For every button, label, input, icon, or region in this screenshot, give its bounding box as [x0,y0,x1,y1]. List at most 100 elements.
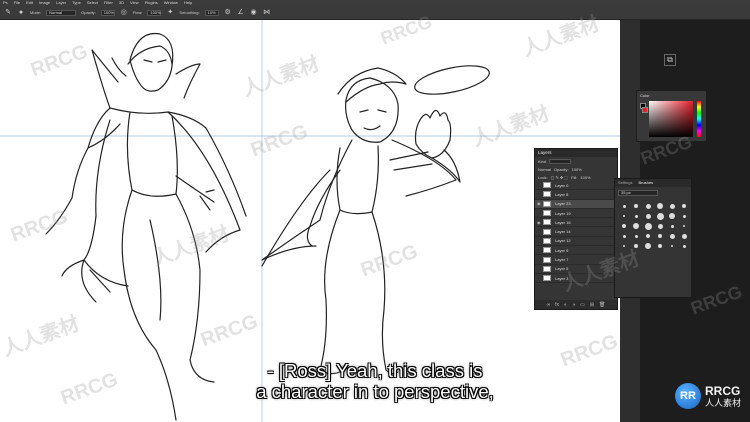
brush-tip-preset[interactable] [632,212,640,220]
brush-tip-preset[interactable] [620,222,628,230]
mode-label: Mode: [30,10,42,15]
layer-name: Layer 19 [555,210,571,216]
symmetry-icon[interactable]: ⋈ [263,9,271,17]
brush-tip-preset[interactable] [680,242,688,250]
layer-row[interactable]: Layer 19 [535,209,617,219]
fill-label: Fill: [571,174,578,180]
brush-tip-preset[interactable] [620,232,628,240]
brush-preset-icon[interactable]: ● [17,9,25,17]
options-bar: ✎ ● Mode: Normal Opacity: 100% ◎ Flow: 1… [0,6,750,20]
opacity-field[interactable]: 100% [100,9,115,16]
layer-thumbnail [543,228,551,235]
flow-field[interactable]: 100% [147,9,162,16]
lock-icons[interactable]: ▢ ✎ ✥ ⬚ [551,175,569,180]
layer-row[interactable]: Layer 14 [535,227,617,237]
blend-mode-select[interactable]: Normal [538,167,551,172]
layer-thumbnail [543,256,551,263]
layer-opacity-value[interactable]: 100% [572,167,582,172]
pressure-opacity-icon[interactable]: ◎ [120,9,128,17]
layer-name: Layer 16 [555,219,571,225]
adjustment-icon[interactable]: ◑ [572,302,575,308]
trash-icon[interactable]: 🗑 [599,302,605,308]
flow-label: Flow: [132,10,143,15]
brush-tip-preset[interactable] [656,232,664,240]
brush-tip-preset[interactable] [680,212,688,220]
smoothing-label: Smoothing: [179,10,200,15]
layer-thumbnail [543,237,551,244]
subtitle-line-1: - [Ross] Yeah, this class is [267,360,483,381]
brush-tip-preset[interactable] [632,202,640,210]
brush-size-field[interactable]: 35 px [618,190,658,196]
layer-name: Layer 0 [555,182,569,188]
layer-row[interactable]: ◉ Layer 16 [535,218,617,228]
brush-tip-preset[interactable] [644,222,652,230]
brush-tip-preset[interactable] [680,222,688,230]
angle-icon[interactable]: ∠ [237,9,245,17]
subtitle-line-2: a character in to perspective, [256,381,494,402]
layer-row[interactable]: ◉ Layer 23 [535,199,617,209]
brush-tip-preset[interactable] [668,232,676,240]
brush-tip-preset[interactable] [668,202,676,210]
brush-tip-preset[interactable] [632,222,640,230]
logo-name: RRCG [705,383,741,398]
brush-tip-preset[interactable] [632,232,640,240]
mode-select[interactable]: Normal [46,9,77,16]
filter-icons[interactable] [549,158,572,164]
brush-tip-preset[interactable] [656,242,664,250]
layer-name: Layer 12 [555,238,571,244]
layer-name: Layer 14 [555,229,571,235]
brush-tip-preset[interactable] [668,222,676,230]
fill-value[interactable]: 100% [580,175,590,180]
brush-tip-preset[interactable] [668,212,676,220]
tab-brushes[interactable]: Brushes [638,179,653,187]
logo-badge-icon: RR [675,383,701,409]
link-icon[interactable]: ∞ [547,302,551,308]
background-swatch[interactable] [642,107,648,113]
brush-tip-preset[interactable] [656,202,664,210]
layer-name: Layer 23 [555,201,571,207]
layer-name: Layer 8 [555,191,569,197]
layer-thumbnail [543,247,551,254]
brush-tool-icon[interactable]: ✎ [4,9,12,17]
brush-tip-preset[interactable] [644,232,652,240]
kind-filter[interactable]: Kind [538,159,546,164]
brush-tip-preset[interactable] [656,212,664,220]
smoothing-field[interactable]: 10% [204,9,219,16]
brush-tip-preset[interactable] [680,202,688,210]
layer-name: Layer 7 [555,257,569,263]
layer-row[interactable]: Layer 0 [535,181,617,191]
libraries-icon[interactable]: ⧉ [664,54,676,66]
brush-tip-preset[interactable] [656,222,664,230]
layers-lock-row: Lock: ▢ ✎ ✥ ⬚ Fill: 100% [535,173,617,181]
brush-tip-preset[interactable] [680,232,688,240]
layer-row[interactable]: Layer 12 [535,237,617,247]
hue-slider[interactable] [697,101,701,137]
brush-tip-preset[interactable] [644,202,652,210]
tab-settings[interactable]: Settings [618,179,632,187]
layer-row[interactable]: Layer 8 [535,190,617,200]
layer-thumbnail [543,191,551,198]
brushes-panel: Settings Brushes 35 px [614,178,692,298]
video-subtitle: - [Ross] Yeah, this class is a character… [0,360,750,402]
layer-name: Layer 9 [555,247,569,253]
new-layer-icon[interactable]: ⊞ [590,302,594,308]
airbrush-icon[interactable]: ✦ [166,9,174,17]
brush-tip-preset[interactable] [644,242,652,250]
brush-tip-preset[interactable] [644,212,652,220]
smoothing-settings-icon[interactable]: ⚙ [224,9,232,17]
brush-tip-preset[interactable] [620,202,628,210]
layers-blend-row: Normal Opacity: 100% [535,165,617,173]
lock-label: Lock: [538,174,548,180]
pressure-size-icon[interactable]: ◉ [250,9,258,17]
layers-panel-title[interactable]: Layers [535,149,617,157]
mask-icon[interactable]: ◐ [564,302,567,308]
fx-icon[interactable]: fx [555,302,559,308]
layer-thumbnail [543,265,551,272]
brush-tip-preset[interactable] [668,242,676,250]
layer-thumbnail [543,200,551,207]
layer-thumbnail [543,182,551,189]
folder-icon[interactable]: ▭ [580,302,585,308]
logo-tagline: 人人素材 [705,397,742,408]
color-tab[interactable]: Color [640,93,650,98]
brush-tip-preset[interactable] [620,212,628,220]
